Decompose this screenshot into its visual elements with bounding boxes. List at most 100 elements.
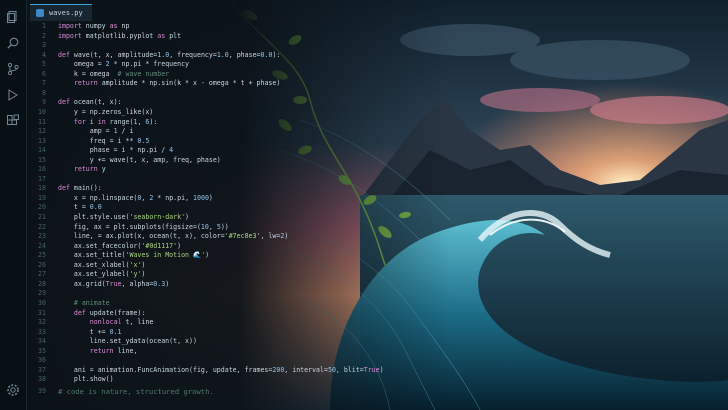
code-line[interactable]: 14 phase = i * np.pi / 4 [26, 146, 356, 155]
line-number: 20 [38, 203, 46, 212]
line-number: 35 [38, 346, 46, 355]
line-number: 23 [38, 232, 46, 241]
code-line[interactable]: 17 [26, 175, 356, 184]
line-number: 22 [38, 222, 46, 231]
editor-tab-bar: waves.py [26, 0, 306, 21]
line-number: 18 [38, 184, 46, 193]
line-number: 19 [38, 193, 46, 202]
code-text: phase = i * np.pi / 4 [58, 146, 174, 155]
code-text: import numpy as np [58, 22, 130, 30]
code-text: for i in range(1, 6): [73, 117, 158, 126]
code-line[interactable]: 32 nonlocal t, line [26, 318, 356, 327]
line-number: 13 [38, 136, 46, 145]
code-line[interactable]: 5 omega = 2 * np.pi * frequency [26, 60, 356, 69]
line-number: 29 [38, 289, 46, 298]
code-line[interactable]: 11 for i in range(1, 6): [26, 118, 356, 127]
line-number: 15 [38, 155, 46, 164]
code-text: # animate [58, 298, 110, 307]
code-line[interactable]: 31 def update(frame): [26, 309, 356, 318]
line-number: 16 [38, 165, 46, 174]
code-line[interactable]: 4 def wave(t, x, amplitude=1.0, frequency… [26, 51, 356, 60]
code-line[interactable]: 26 ax.set_xlabel('x') [26, 261, 356, 270]
code-line[interactable]: 12 amp = 1 / i [26, 127, 356, 136]
code-text: plt.style.use('seaborn-dark') [58, 213, 190, 221]
code-line[interactable]: 1 import numpy as np [26, 22, 356, 31]
line-number: 34 [38, 337, 46, 346]
code-text: return y [73, 165, 106, 174]
python-file-icon [36, 9, 44, 17]
code-line[interactable]: 27 ax.set_ylabel('y') [26, 270, 356, 279]
code-text: k = omega # wave number [58, 69, 170, 78]
code-text: return amplitude * np.sin(k * x - omega … [73, 79, 281, 88]
code-line[interactable]: 33 t += 0.1 [26, 328, 356, 337]
code-line[interactable]: 34 line.set_ydata(ocean(t, x)) [26, 337, 356, 346]
code-text: ax.set_ylabel('y') [58, 270, 146, 279]
code-text: ax.set_title('Waves in Motion 🌊') [58, 251, 210, 260]
line-number: 39 [38, 387, 46, 395]
code-text: t += 0.1 [58, 327, 122, 336]
code-line[interactable]: 7 return amplitude * np.sin(k * x - omeg… [26, 79, 356, 88]
code-line[interactable]: 3 [26, 41, 356, 50]
code-text: def ocean(t, x): [58, 98, 122, 107]
code-text: line, = ax.plot(x, ocean(t, x), color='#… [58, 232, 289, 241]
search-icon[interactable] [6, 36, 20, 50]
code-line[interactable]: 38 plt.show() [26, 375, 356, 384]
code-line[interactable]: 22 fig, ax = plt.subplots(figsize=(10, 5… [26, 223, 356, 232]
line-number: 27 [38, 270, 46, 279]
line-number: 31 [38, 308, 46, 317]
code-text: return line, [89, 346, 138, 355]
code-line[interactable]: 30 # animate [26, 299, 356, 308]
line-number: 38 [38, 375, 46, 384]
line-number: 1 [42, 22, 46, 30]
source-control-icon[interactable] [6, 62, 20, 76]
line-number: 9 [42, 98, 46, 107]
code-text: def update(frame): [73, 308, 146, 317]
code-line[interactable]: 25 ax.set_title('Waves in Motion 🌊') [26, 251, 356, 260]
line-number: 8 [42, 88, 46, 97]
code-line[interactable]: 21 plt.style.use('seaborn-dark') [26, 213, 356, 222]
code-editor[interactable]: 1 import numpy as np 2 import matplotlib.py… [26, 22, 384, 392]
tab-label: waves.py [49, 9, 83, 17]
code-line[interactable]: 9 def ocean(t, x): [26, 98, 356, 107]
code-line[interactable]: 13 freq = i ** 0.5 [26, 137, 356, 146]
code-text: def wave(t, x, amplitude=1.0, frequency=… [58, 50, 281, 59]
code-line[interactable]: 37 ani = animation.FuncAnimation(fig, up… [26, 365, 384, 375]
code-line[interactable]: 15 y += wave(t, x, amp, freq, phase) [26, 156, 356, 165]
line-number: 26 [38, 260, 46, 269]
code-text: ax.grid(True, alpha=0.3) [58, 279, 170, 288]
code-line[interactable]: 20 t = 0.0 [26, 203, 356, 212]
line-number: 10 [38, 107, 46, 116]
code-line[interactable]: 10 y = np.zeros_like(x) [26, 108, 356, 117]
line-number: 11 [38, 117, 46, 126]
tab-waves-py[interactable]: waves.py [30, 4, 92, 21]
code-line[interactable]: 29 [26, 289, 356, 298]
line-number: 37 [38, 365, 46, 374]
code-text: ax.set_facecolor('#0d1117') [58, 241, 182, 250]
settings-gear-icon[interactable] [6, 383, 20, 397]
line-number: 36 [38, 356, 46, 365]
extensions-icon[interactable] [6, 114, 20, 128]
code-text: freq = i ** 0.5 [58, 136, 150, 145]
line-number: 6 [42, 69, 46, 78]
line-number: 12 [38, 127, 46, 136]
line-number: 28 [38, 279, 46, 288]
line-number: 3 [42, 41, 46, 50]
code-text: def main(): [58, 184, 102, 193]
code-text: t = 0.0 [58, 203, 102, 212]
code-line[interactable]: 6 k = omega # wave number [26, 70, 356, 79]
code-line[interactable]: 2 import matplotlib.pyplot as plt [26, 32, 356, 41]
code-line[interactable]: 16 return y [26, 165, 356, 174]
code-line[interactable]: 8 [26, 89, 356, 98]
code-line[interactable]: 24 ax.set_facecolor('#0d1117') [26, 242, 356, 251]
code-line[interactable]: 36 [26, 356, 356, 365]
code-line[interactable]: 19 x = np.linspace(0, 2 * np.pi, 1000) [26, 194, 356, 203]
files-icon[interactable] [6, 10, 20, 24]
line-number: 2 [42, 31, 46, 40]
code-line[interactable]: 28 ax.grid(True, alpha=0.3) [26, 280, 356, 289]
code-line[interactable]: 18 def main(): [26, 184, 356, 193]
code-line[interactable]: 35 return line, [26, 347, 356, 356]
run-debug-icon[interactable] [6, 88, 20, 102]
code-text: import matplotlib.pyplot as plt [58, 31, 182, 40]
code-text: y = np.zeros_like(x) [58, 107, 154, 116]
code-line[interactable]: 23 line, = ax.plot(x, ocean(t, x), color… [26, 232, 356, 241]
